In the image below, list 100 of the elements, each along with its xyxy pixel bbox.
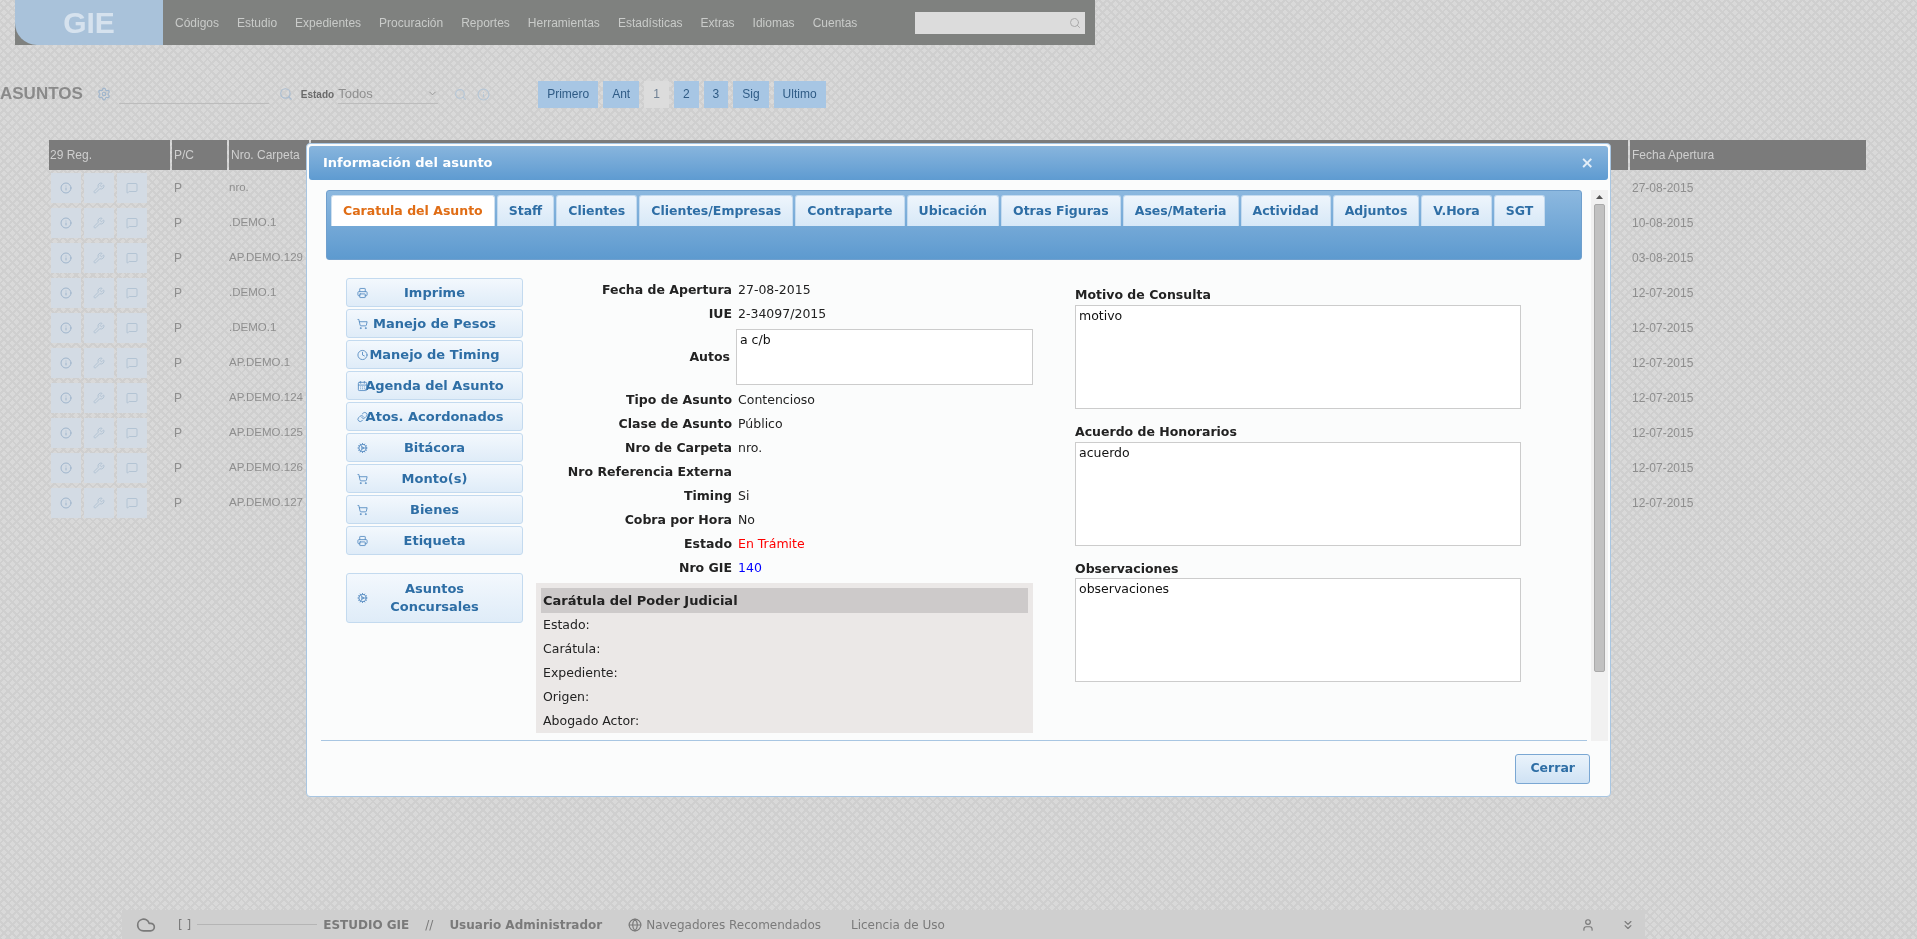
search-field[interactable] [915,11,1085,34]
column-header: Nro. Carpeta [229,140,309,170]
info-icon[interactable] [51,277,81,308]
wrench-icon[interactable] [84,277,114,308]
message-icon[interactable] [117,417,147,448]
table-cell-text: AP.DEMO.126 [228,459,304,475]
field-value: 27-08-2015 [738,280,811,299]
page-button[interactable]: 2 [673,80,699,108]
globe-icon [628,917,643,932]
action-button[interactable]: Imprime [346,278,523,307]
note-field[interactable]: observaciones [1075,578,1521,683]
menu-item[interactable]: Códigos [175,13,220,32]
tab[interactable]: Staff [496,195,555,226]
tab[interactable]: Clientes [556,195,638,226]
wrench-icon[interactable] [84,172,114,203]
message-icon[interactable] [117,242,147,273]
action-button[interactable]: Manejo de Pesos [346,309,523,338]
message-icon[interactable] [117,312,147,343]
status-text: // [425,916,434,934]
wrench-icon[interactable] [84,207,114,238]
action-button[interactable]: Asuntos Concursales [346,573,523,623]
wrench-icon[interactable] [84,487,114,518]
page-button[interactable]: Ultimo [773,80,826,108]
info-icon[interactable] [477,87,491,101]
wrench-icon[interactable] [84,242,114,273]
table-cell-text: 12-07-2015 [1631,354,1694,372]
menu-item[interactable]: Procuración [379,13,444,32]
status-link[interactable]: Licencia de Uso [851,915,945,934]
tab[interactable]: Clientes/Empresas [639,195,794,226]
action-button[interactable]: Bienes [346,495,523,524]
table-cell-text: AP.DEMO.125 [228,424,304,440]
tab[interactable]: Contraparte [795,195,905,226]
field-label: Tipo de Asunto [625,390,732,409]
action-button[interactable]: Monto(s) [346,464,523,493]
field-label: IUE [707,304,732,323]
info-icon[interactable] [51,382,81,413]
page-button[interactable]: Ant [603,80,640,108]
scrollbar[interactable] [1591,190,1608,741]
action-button[interactable]: Manejo de Timing [346,340,523,369]
close-dialog-button[interactable]: Cerrar [1515,753,1590,784]
menu-item[interactable]: Estudio [237,13,278,32]
info-icon[interactable] [51,417,81,448]
action-button[interactable]: Agenda del Asunto [346,371,523,400]
info-icon[interactable] [51,312,81,343]
note-label: Acuerdo de Honorarios [1075,422,1238,441]
page-button[interactable]: 1 [644,80,669,108]
info-icon[interactable] [51,452,81,483]
page-button[interactable]: Primero [538,80,599,108]
message-icon[interactable] [117,172,147,203]
status-text: Usuario Administrador [449,916,603,934]
tab[interactable]: SGT [1493,195,1546,226]
menu-item[interactable]: Idiomas [752,13,795,32]
note-field[interactable]: acuerdo [1075,441,1521,546]
wrench-icon[interactable] [84,382,114,413]
message-icon[interactable] [117,277,147,308]
autos-field[interactable]: a c/b [736,329,1033,385]
tab[interactable]: Otras Figuras [1001,195,1121,226]
table-cell-text: 27-08-2015 [1631,179,1694,197]
message-icon[interactable] [117,452,147,483]
table-cell-text: P [173,249,183,267]
action-button[interactable]: Atos. Acordonados [346,402,523,431]
menu-item[interactable]: Extras [700,13,735,32]
table-cell-text: P [173,214,183,232]
scroll-up-icon[interactable] [1596,195,1603,199]
message-icon[interactable] [117,382,147,413]
tab[interactable]: Adjuntos [1332,195,1420,226]
wrench-icon[interactable] [84,312,114,343]
menu-item[interactable]: Herramientas [527,13,600,32]
table-cell-text: AP.DEMO.127 [228,494,304,510]
tab[interactable]: V.Hora [1421,195,1492,226]
tab[interactable]: Actividad [1240,195,1331,226]
settings-icon[interactable] [96,87,111,101]
search-icon[interactable] [278,87,293,101]
wrench-icon[interactable] [84,417,114,448]
page-button[interactable]: Sig [733,80,769,108]
field-label: Estado [683,534,732,553]
info-icon[interactable] [51,487,81,518]
message-icon[interactable] [117,347,147,378]
wrench-icon[interactable] [84,452,114,483]
menu-item[interactable]: Estadísticas [617,13,683,32]
menu-item[interactable]: Expedientes [295,13,362,32]
search-icon[interactable] [454,87,468,101]
action-button[interactable]: Bitácora [346,433,523,462]
menu-item[interactable]: Cuentas [812,13,858,32]
wrench-icon[interactable] [84,347,114,378]
info-icon[interactable] [51,347,81,378]
note-field[interactable]: motivo [1075,304,1521,409]
user-icon[interactable] [1581,917,1595,932]
tab[interactable]: Ubicación [906,195,999,226]
message-icon[interactable] [117,207,147,238]
menu-item[interactable]: Reportes [461,13,510,32]
info-icon[interactable] [51,242,81,273]
info-icon[interactable] [51,172,81,203]
info-icon[interactable] [51,207,81,238]
action-button[interactable]: Etiqueta [346,526,523,555]
status-link[interactable]: Navegadores Recomendados [646,915,821,934]
tab[interactable]: Caratula del Asunto [331,195,495,226]
tab[interactable]: Ases/Materia [1122,195,1239,226]
page-button[interactable]: 3 [703,80,729,108]
message-icon[interactable] [117,487,147,518]
